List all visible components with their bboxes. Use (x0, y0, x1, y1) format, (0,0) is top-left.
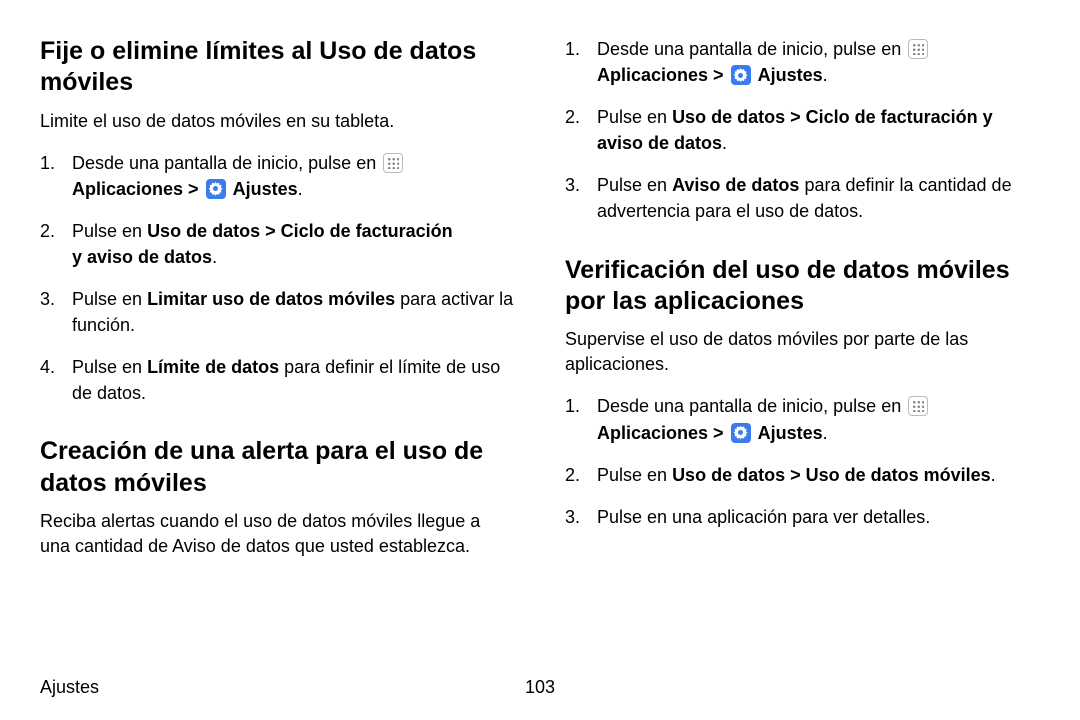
list-item: Pulse en Uso de datos > Ciclo de factura… (40, 218, 515, 270)
step-bold: Límite de datos (147, 357, 279, 377)
step-text: Pulse en (597, 107, 672, 127)
step-text: . (823, 423, 828, 443)
step-bold: Aplicaciones (597, 423, 708, 443)
step-bold: > (708, 65, 729, 85)
step-bold: Ajustes (233, 179, 298, 199)
heading-verify-usage: Verificación del uso de datos móviles po… (565, 255, 1040, 318)
step-bold: Ajustes (758, 423, 823, 443)
step-bold: Uso de datos móviles (806, 465, 991, 485)
step-text: Pulse en una aplicación para ver detalle… (597, 507, 930, 527)
step-text: Pulse en (72, 357, 147, 377)
heading-create-alert: Creación de una alerta para el uso de da… (40, 436, 515, 499)
steps-set-limits: Desde una pantalla de inicio, pulse en A… (40, 150, 515, 407)
step-text: Desde una pantalla de inicio, pulse en (597, 396, 906, 416)
settings-icon (731, 423, 751, 443)
settings-icon (731, 65, 751, 85)
list-item: Desde una pantalla de inicio, pulse en A… (565, 393, 1040, 445)
step-text: . (722, 133, 727, 153)
apps-icon (908, 396, 928, 416)
page-footer: Ajustes 103 (40, 677, 1040, 698)
step-text: . (212, 247, 217, 267)
step-text: Pulse en (597, 175, 672, 195)
intro-verify-usage: Supervise el uso de datos móviles por pa… (565, 327, 1040, 377)
step-bold: Uso de datos (147, 221, 260, 241)
intro-set-limits: Limite el uso de datos móviles en su tab… (40, 109, 515, 134)
step-bold: > (785, 465, 806, 485)
apps-icon (908, 39, 928, 59)
list-item: Pulse en Límite de datos para definir el… (40, 354, 515, 406)
step-bold: Aviso de datos (672, 175, 799, 195)
step-text: . (298, 179, 303, 199)
step-text: . (991, 465, 996, 485)
heading-set-limits: Fije o elimine límites al Uso de datos m… (40, 36, 515, 99)
footer-page-number: 103 (525, 677, 555, 698)
left-column: Fije o elimine límites al Uso de datos m… (40, 36, 515, 575)
step-text: Desde una pantalla de inicio, pulse en (72, 153, 381, 173)
list-item: Pulse en Aviso de datos para definir la … (565, 172, 1040, 224)
step-text: Pulse en (72, 221, 147, 241)
step-text: . (823, 65, 828, 85)
list-item: Desde una pantalla de inicio, pulse en A… (40, 150, 515, 202)
step-bold: Uso de datos (672, 107, 785, 127)
step-bold: Aplicaciones (72, 179, 183, 199)
step-text: Desde una pantalla de inicio, pulse en (597, 39, 906, 59)
list-item: Pulse en Uso de datos > Ciclo de factura… (565, 104, 1040, 156)
step-bold: Ajustes (758, 65, 823, 85)
step-bold: > (708, 423, 729, 443)
right-column: Desde una pantalla de inicio, pulse en A… (565, 36, 1040, 575)
list-item: Pulse en una aplicación para ver detalle… (565, 504, 1040, 530)
step-text: Pulse en (597, 465, 672, 485)
steps-create-alert: Desde una pantalla de inicio, pulse en A… (565, 36, 1040, 225)
step-text: Pulse en (72, 289, 147, 309)
apps-icon (383, 153, 403, 173)
settings-icon (206, 179, 226, 199)
step-bold: > (785, 107, 806, 127)
footer-section: Ajustes (40, 677, 99, 698)
list-item: Pulse en Limitar uso de datos móviles pa… (40, 286, 515, 338)
step-bold: > (260, 221, 281, 241)
steps-verify-usage: Desde una pantalla de inicio, pulse en A… (565, 393, 1040, 529)
step-bold: Limitar uso de datos móviles (147, 289, 395, 309)
step-bold: Aplicaciones (597, 65, 708, 85)
step-bold: > (183, 179, 204, 199)
step-bold: Uso de datos (672, 465, 785, 485)
list-item: Pulse en Uso de datos > Uso de datos móv… (565, 462, 1040, 488)
intro-create-alert: Reciba alertas cuando el uso de datos mó… (40, 509, 515, 559)
list-item: Desde una pantalla de inicio, pulse en A… (565, 36, 1040, 88)
